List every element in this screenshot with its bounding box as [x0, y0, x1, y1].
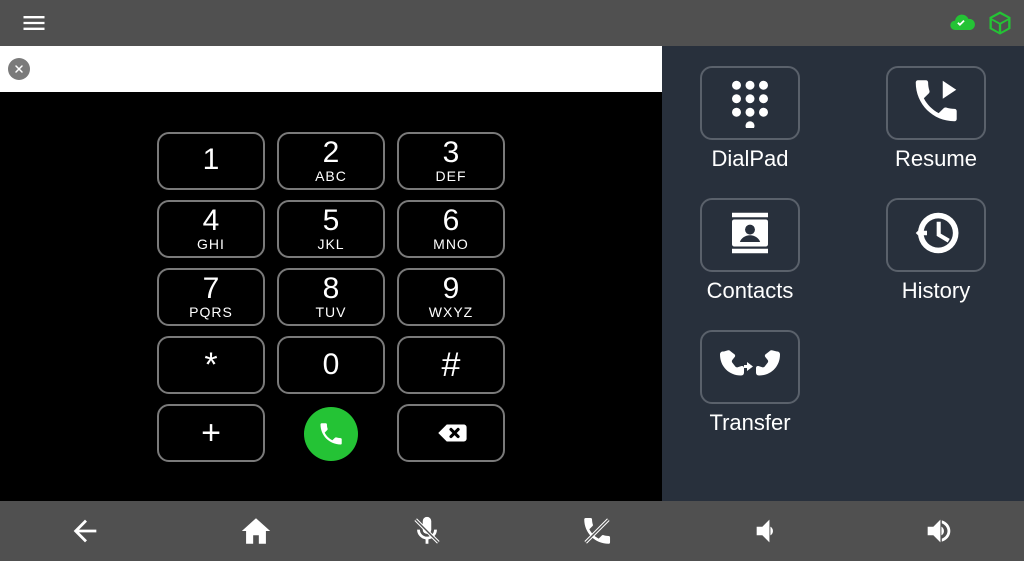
transfer-icon [714, 342, 786, 393]
key-0[interactable]: 0 [277, 336, 385, 394]
tile-history-label: History [902, 278, 970, 304]
tile-contacts-label: Contacts [707, 278, 794, 304]
top-bar [0, 0, 1024, 46]
volume-down-button[interactable] [744, 507, 792, 555]
dialpad-icon [723, 74, 777, 133]
home-button[interactable] [232, 507, 280, 555]
mic-mute-button[interactable] [403, 507, 451, 555]
key-4[interactable]: 4GHI [157, 200, 265, 258]
tile-dialpad[interactable]: DialPad [680, 66, 820, 172]
actions-panel: DialPad Resume Contacts [662, 46, 1024, 501]
key-8[interactable]: 8TUV [277, 268, 385, 326]
key-5[interactable]: 5JKL [277, 200, 385, 258]
volume-up-button[interactable] [915, 507, 963, 555]
tile-history[interactable]: History [866, 198, 1006, 304]
bottom-bar [0, 501, 1024, 561]
tile-resume-label: Resume [895, 146, 977, 172]
key-2[interactable]: 2ABC [277, 132, 385, 190]
tile-transfer[interactable]: Transfer [680, 330, 820, 436]
number-input[interactable] [0, 46, 662, 92]
key-plus[interactable]: + [157, 404, 265, 462]
dialpad-panel: 1 2ABC 3DEF 4GHI 5JKL 6MNO 7PQRS 8TUV 9W… [0, 46, 662, 501]
hamburger-menu-icon[interactable] [20, 9, 48, 37]
key-star[interactable]: * [157, 336, 265, 394]
resume-call-icon [909, 74, 963, 133]
backspace-button[interactable] [397, 404, 505, 462]
key-3[interactable]: 3DEF [397, 132, 505, 190]
tile-resume[interactable]: Resume [866, 66, 1006, 172]
tile-contacts[interactable]: Contacts [680, 198, 820, 304]
tile-dialpad-label: DialPad [711, 146, 788, 172]
contacts-icon [723, 206, 777, 265]
end-call-button[interactable] [573, 507, 621, 555]
history-icon [909, 206, 963, 265]
call-button[interactable] [304, 407, 358, 461]
key-7[interactable]: 7PQRS [157, 268, 265, 326]
cloud-check-icon [948, 9, 976, 37]
back-button[interactable] [61, 507, 109, 555]
tile-transfer-label: Transfer [709, 410, 790, 436]
key-6[interactable]: 6MNO [397, 200, 505, 258]
cube-icon [986, 9, 1014, 37]
key-9[interactable]: 9WXYZ [397, 268, 505, 326]
clear-input-button[interactable] [8, 58, 30, 80]
key-1[interactable]: 1 [157, 132, 265, 190]
dialpad-grid: 1 2ABC 3DEF 4GHI 5JKL 6MNO 7PQRS 8TUV 9W… [157, 132, 505, 462]
key-hash[interactable]: # [397, 336, 505, 394]
